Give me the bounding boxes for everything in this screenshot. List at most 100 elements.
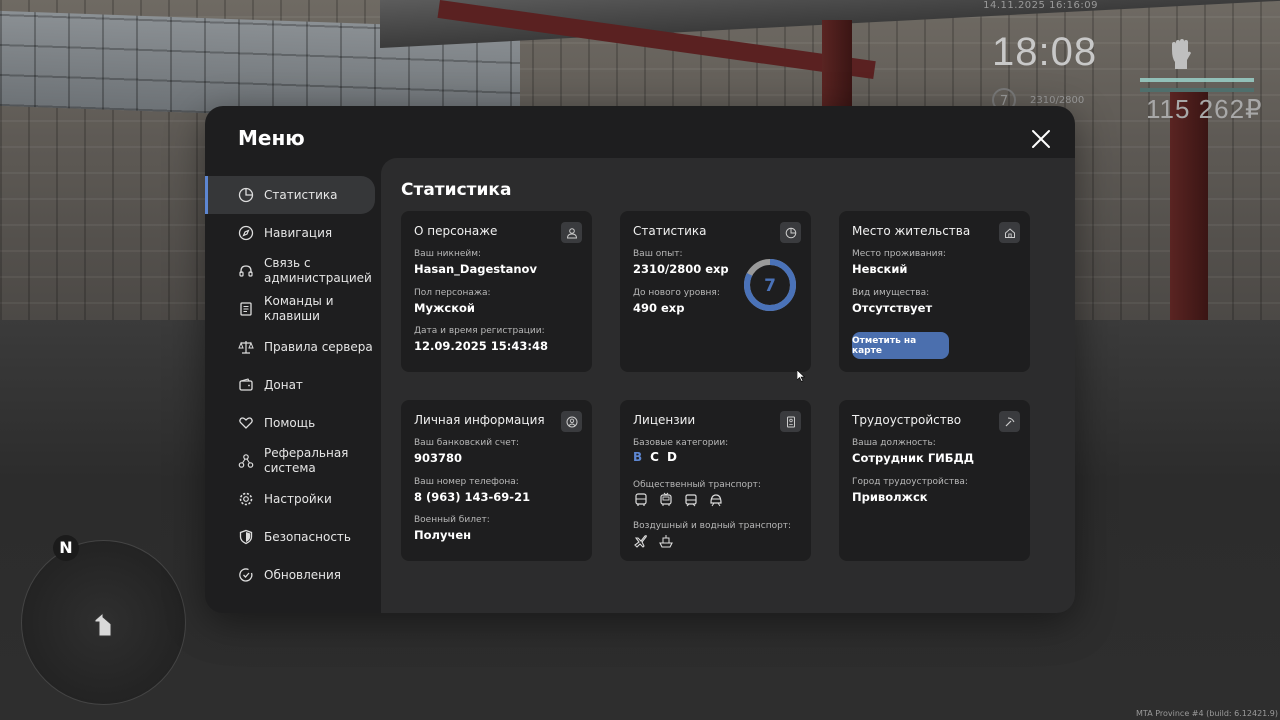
sidebar-item-label: Реферальная система (264, 446, 349, 475)
trolleybus-icon (660, 492, 672, 506)
sidebar-item-commands[interactable]: Команды и клавиши (205, 290, 381, 328)
network-icon (238, 454, 254, 468)
document-icon (240, 302, 252, 316)
level-number: 7 (764, 276, 776, 296)
menu-title: Меню (238, 126, 305, 150)
sidebar-item-label: Настройки (264, 491, 332, 506)
health-bar (1140, 78, 1254, 82)
sidebar-item-rules[interactable]: Правила сервера (205, 328, 381, 366)
content-panel: Статистика О персонаже Ваш никнейм: Hasa… (381, 158, 1075, 613)
card-title: Личная информация (414, 413, 545, 427)
hud-datetime: 14.11.2025 16:16:09 (983, 0, 1098, 11)
mark-on-map-button[interactable]: Отметить на карте (852, 332, 949, 359)
sidebar-item-label: Донат (264, 377, 303, 392)
tram-icon (685, 494, 697, 507)
sidebar-item-security[interactable]: Безопасность (205, 518, 381, 556)
registration-value: 12.09.2025 15:43:48 (414, 339, 548, 353)
hud-exp: 2310/2800 (1030, 95, 1085, 106)
license-category-c: C (650, 450, 659, 464)
nickname-value: Hasan_Dagestanov (414, 262, 537, 276)
nickname-label: Ваш никнейм: (414, 249, 482, 259)
sidebar-item-donate[interactable]: Донат (205, 366, 381, 404)
sidebar-item-updates[interactable]: Обновления (205, 556, 381, 594)
scales-icon (238, 341, 254, 354)
license-category-d: D (666, 450, 677, 464)
metro-icon (710, 494, 722, 507)
sidebar-item-label: Статистика (264, 187, 338, 202)
property-value: Отсутствует (852, 301, 933, 315)
card-icon-box (780, 222, 801, 243)
user-circle-icon (566, 416, 577, 427)
card-icon-box (999, 411, 1020, 432)
sidebar-item-navigation[interactable]: Навигация (205, 214, 381, 252)
license-category-b: B (633, 450, 643, 464)
close-icon[interactable] (1030, 128, 1052, 150)
personal-info-card: Личная информация Ваш банковский счет: 9… (401, 400, 592, 561)
phone-value: 8 (963) 143-69-21 (414, 490, 531, 504)
card-icon-box (561, 222, 582, 243)
card-title: О персонаже (414, 224, 498, 238)
exp-value: 2310/2800 exp (633, 262, 729, 276)
position-value: Сотрудник ГИБДД (852, 451, 975, 465)
level-progress-ring: 7 (744, 259, 796, 311)
card-title: Лицензии (633, 413, 696, 427)
hud-money: 115 262₽ (1146, 94, 1263, 124)
sidebar-item-settings[interactable]: Настройки (205, 480, 381, 518)
licenses-card: Лицензии Базовые категории: B C D Общест… (620, 400, 811, 561)
pie-chart-icon (785, 227, 796, 238)
exp-label: Ваш опыт: (633, 249, 683, 259)
sidebar-item-help[interactable]: Помощь (205, 404, 381, 442)
next-level-label: До нового уровня: (633, 288, 720, 298)
house-marker-icon (94, 612, 112, 637)
property-label: Вид имущества: (852, 288, 930, 298)
stats-card: Статистика Ваш опыт: 2310/2800 exp До но… (620, 211, 811, 372)
armor-bar (1140, 88, 1254, 92)
hud-clock: 18:08 (992, 30, 1098, 74)
residence-card: Место жительства Место проживания: Невск… (839, 211, 1030, 372)
registration-label: Дата и время регистрации: (414, 326, 545, 336)
sidebar-item-label: Помощь (264, 415, 316, 430)
sidebar-item-contact-admin[interactable]: Связь с администрацией (205, 252, 381, 290)
card-title: Место жительства (852, 224, 971, 238)
air-water-transport-icons (633, 533, 674, 549)
sidebar: Статистика Навигация Связь с администраци… (205, 176, 381, 594)
license-card-icon (786, 416, 795, 427)
public-transport-icons (633, 492, 724, 508)
sidebar-item-referral[interactable]: Реферальная система (205, 442, 381, 480)
place-label: Место проживания: (852, 249, 946, 259)
public-transport-label: Общественный транспорт: (633, 480, 761, 490)
sidebar-item-label: Команды и клавиши (264, 294, 334, 323)
air-water-transport-label: Воздушный и водный транспорт: (633, 521, 792, 531)
wallet-icon (239, 378, 253, 391)
military-label: Военный билет: (414, 515, 490, 525)
character-card: О персонаже Ваш никнейм: Hasan_Dagestano… (401, 211, 592, 372)
build-info: MTA Province #4 (build: 6.12421.9) (1136, 709, 1278, 718)
bus-icon (635, 493, 647, 506)
shield-icon (239, 529, 253, 545)
check-circle-icon (239, 568, 253, 582)
place-value: Невский (852, 262, 908, 276)
gender-label: Пол персонажа: (414, 288, 491, 298)
work-city-value: Приволжск (852, 490, 928, 504)
base-categories-label: Базовые категории: (633, 438, 729, 448)
next-level-value: 490 exp (633, 301, 685, 315)
sidebar-item-statistics[interactable]: Статистика (205, 176, 375, 214)
fist-icon (1172, 39, 1191, 69)
work-city-label: Город трудоустройства: (852, 477, 968, 487)
user-icon (566, 227, 577, 238)
pickaxe-icon (1005, 417, 1014, 426)
card-icon-box (561, 411, 582, 432)
minimap-north-marker: N (53, 535, 79, 561)
boat-icon (659, 535, 673, 548)
phone-label: Ваш номер телефона: (414, 477, 519, 487)
gear-icon (239, 492, 253, 506)
gender-value: Мужской (414, 301, 475, 315)
page-title: Статистика (401, 180, 512, 200)
employment-card: Трудоустройство Ваша должность: Сотрудни… (839, 400, 1030, 561)
card-icon-box (780, 411, 801, 432)
headset-icon (239, 265, 253, 277)
card-title: Статистика (633, 224, 707, 238)
red-pillar-left (822, 20, 852, 120)
pie-chart-icon (238, 187, 254, 203)
card-title: Трудоустройство (852, 413, 962, 427)
